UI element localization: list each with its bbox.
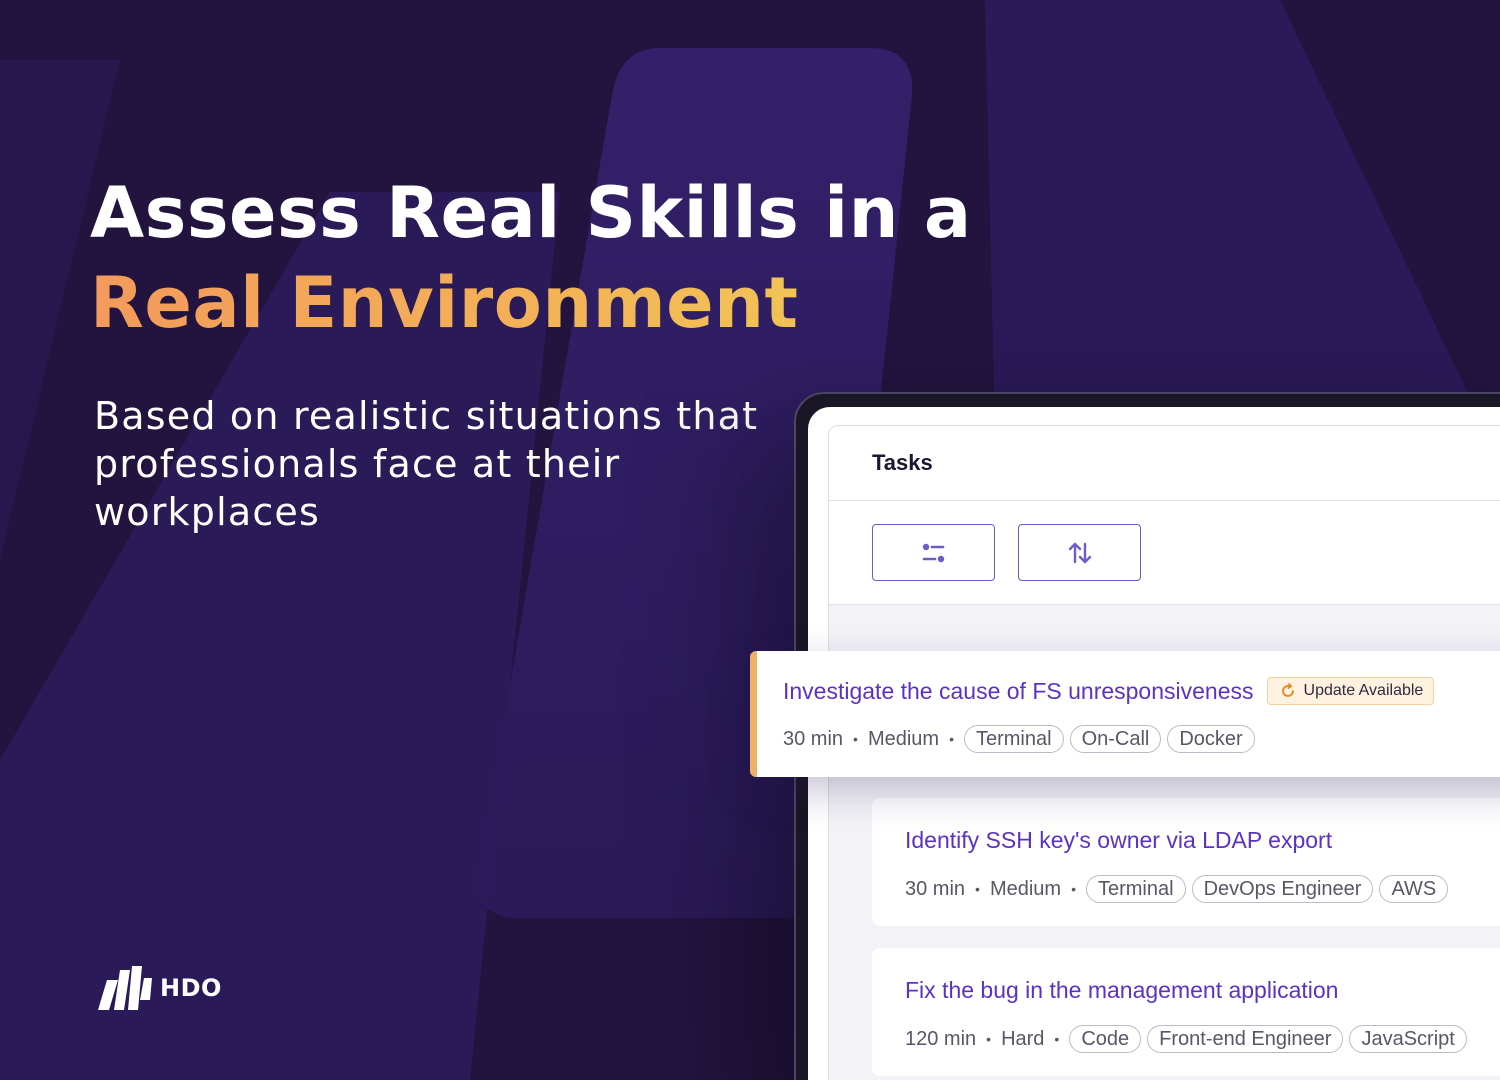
update-available-badge[interactable]: Update Available xyxy=(1266,677,1435,705)
task-card[interactable]: Identify SSH key's owner via LDAP export… xyxy=(872,798,1500,926)
filter-icon xyxy=(922,543,944,562)
brand-name: HDO xyxy=(160,974,222,1002)
task-title[interactable]: Fix the bug in the management applicatio… xyxy=(905,977,1338,1004)
task-meta: 120 min • Hard • Code Front-end Engineer… xyxy=(905,1024,1500,1054)
panel-header: Tasks xyxy=(829,426,1500,501)
task-tag[interactable]: DevOps Engineer xyxy=(1191,875,1374,903)
task-title[interactable]: Investigate the cause of FS unresponsive… xyxy=(783,678,1254,705)
badge-label: Update Available xyxy=(1303,682,1424,699)
sort-button[interactable] xyxy=(1018,524,1141,581)
hero-title: Assess Real Skills in a Real Environment xyxy=(90,168,972,348)
task-duration: 30 min xyxy=(783,727,844,750)
task-duration: 30 min xyxy=(905,877,966,900)
task-tag[interactable]: Terminal xyxy=(1085,875,1186,903)
hero-title-line2: Real Environment xyxy=(90,258,972,348)
task-tag[interactable]: JavaScript xyxy=(1349,1025,1467,1053)
task-meta: 30 min • Medium • Terminal On-Call Docke… xyxy=(783,724,1500,754)
task-meta: 30 min • Medium • Terminal DevOps Engine… xyxy=(905,874,1500,904)
filter-button[interactable] xyxy=(872,524,995,581)
task-card[interactable]: Fix the bug in the management applicatio… xyxy=(872,948,1500,1076)
refresh-icon xyxy=(1281,683,1294,697)
separator-dot: • xyxy=(975,881,980,897)
panel-toolbar xyxy=(829,501,1500,605)
task-difficulty: Hard xyxy=(1001,1027,1045,1050)
separator-dot: • xyxy=(1071,881,1076,897)
task-difficulty: Medium xyxy=(989,877,1062,900)
separator-dot: • xyxy=(1054,1031,1060,1047)
task-tag[interactable]: Code xyxy=(1069,1025,1142,1053)
task-tag[interactable]: Docker xyxy=(1167,725,1255,753)
separator-dot: • xyxy=(949,731,954,747)
task-difficulty: Medium xyxy=(867,727,940,750)
hdo-logo-icon xyxy=(98,966,152,1010)
sort-icon xyxy=(1068,542,1091,563)
hero-title-line1: Assess Real Skills in a xyxy=(90,172,972,254)
task-tag[interactable]: Terminal xyxy=(963,725,1064,753)
panel-title: Tasks xyxy=(872,450,933,475)
brand-logo: HDO xyxy=(92,966,222,1010)
task-title-row: Investigate the cause of FS unresponsive… xyxy=(783,675,1500,707)
task-tag[interactable]: AWS xyxy=(1379,875,1449,903)
hero-subtitle: Based on realistic situations that profe… xyxy=(94,394,759,534)
task-duration: 120 min xyxy=(905,1027,977,1050)
separator-dot: • xyxy=(853,731,858,747)
task-tag[interactable]: On-Call xyxy=(1069,725,1162,753)
task-title-row: Identify SSH key's owner via LDAP export xyxy=(905,824,1500,856)
task-tag[interactable]: Front-end Engineer xyxy=(1147,1025,1344,1053)
separator-dot: • xyxy=(986,1031,992,1047)
task-title[interactable]: Identify SSH key's owner via LDAP export xyxy=(905,827,1332,854)
task-title-row: Fix the bug in the management applicatio… xyxy=(905,974,1500,1006)
task-card-featured[interactable]: Investigate the cause of FS unresponsive… xyxy=(750,651,1500,777)
